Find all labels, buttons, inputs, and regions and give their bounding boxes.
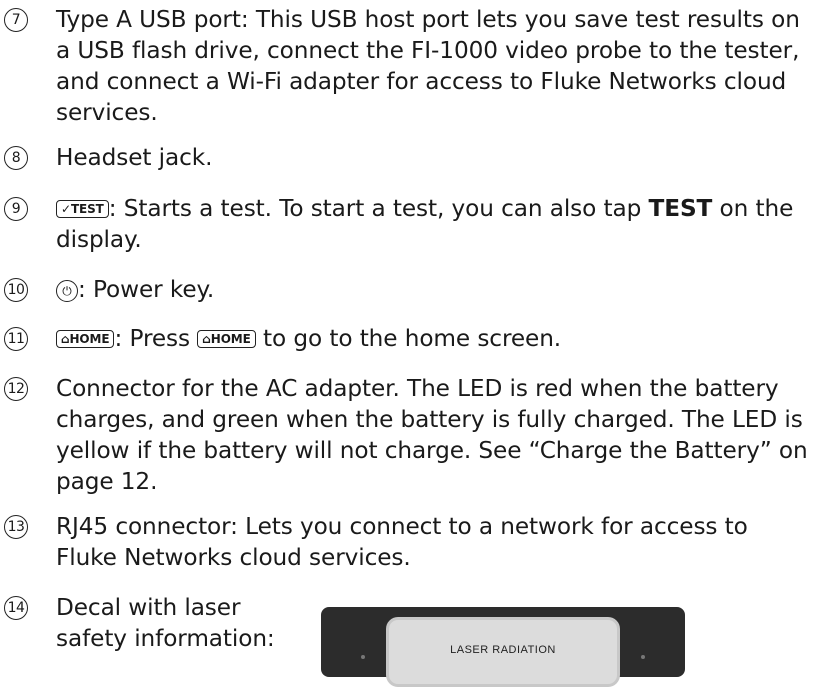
- item-number: 14: [4, 596, 28, 620]
- decal-label-panel: LASER RADIATION: [386, 617, 620, 687]
- item-number: 10: [4, 278, 28, 302]
- laser-safety-decal: LASER RADIATION: [321, 607, 685, 687]
- power-icon: ⏻: [56, 280, 78, 302]
- decal-label: LASER RADIATION: [450, 644, 556, 656]
- item-number: 8: [4, 146, 28, 170]
- item-text: Headset jack.: [56, 144, 213, 171]
- item-text: ⏻: Power key.: [56, 274, 814, 305]
- item-text: RJ45 connector: Lets you connect to a ne…: [56, 513, 748, 571]
- decal-dot: [641, 655, 645, 659]
- item-text-part: to go to the home screen.: [255, 325, 562, 352]
- item-text: Connector for the AC adapter. The LED is…: [56, 375, 808, 495]
- item-text: Type A USB port: This USB host port lets…: [56, 6, 800, 126]
- test-bold: TEST: [648, 195, 713, 222]
- item-text: ⌂HOME: Press ⌂HOME to go to the home scr…: [56, 323, 814, 354]
- home-key: ⌂HOME: [56, 330, 115, 348]
- item-text-part: : Press: [114, 325, 198, 352]
- item-number: 7: [4, 8, 28, 32]
- home-key: ⌂HOME: [197, 330, 256, 348]
- item-number: 9: [4, 197, 28, 221]
- item-text-part: : Starts a test. To start a test, you ca…: [108, 195, 649, 222]
- item-number: 13: [4, 515, 28, 539]
- item-text: ✓TEST: Starts a test. To start a test, y…: [56, 193, 814, 255]
- item-text: Decal with laser safety information:: [56, 594, 275, 652]
- item-number: 11: [4, 327, 28, 351]
- item-text-part: : Power key.: [78, 276, 215, 303]
- decal-dot: [361, 655, 365, 659]
- test-key: ✓TEST: [56, 200, 109, 218]
- item-number: 12: [4, 377, 28, 401]
